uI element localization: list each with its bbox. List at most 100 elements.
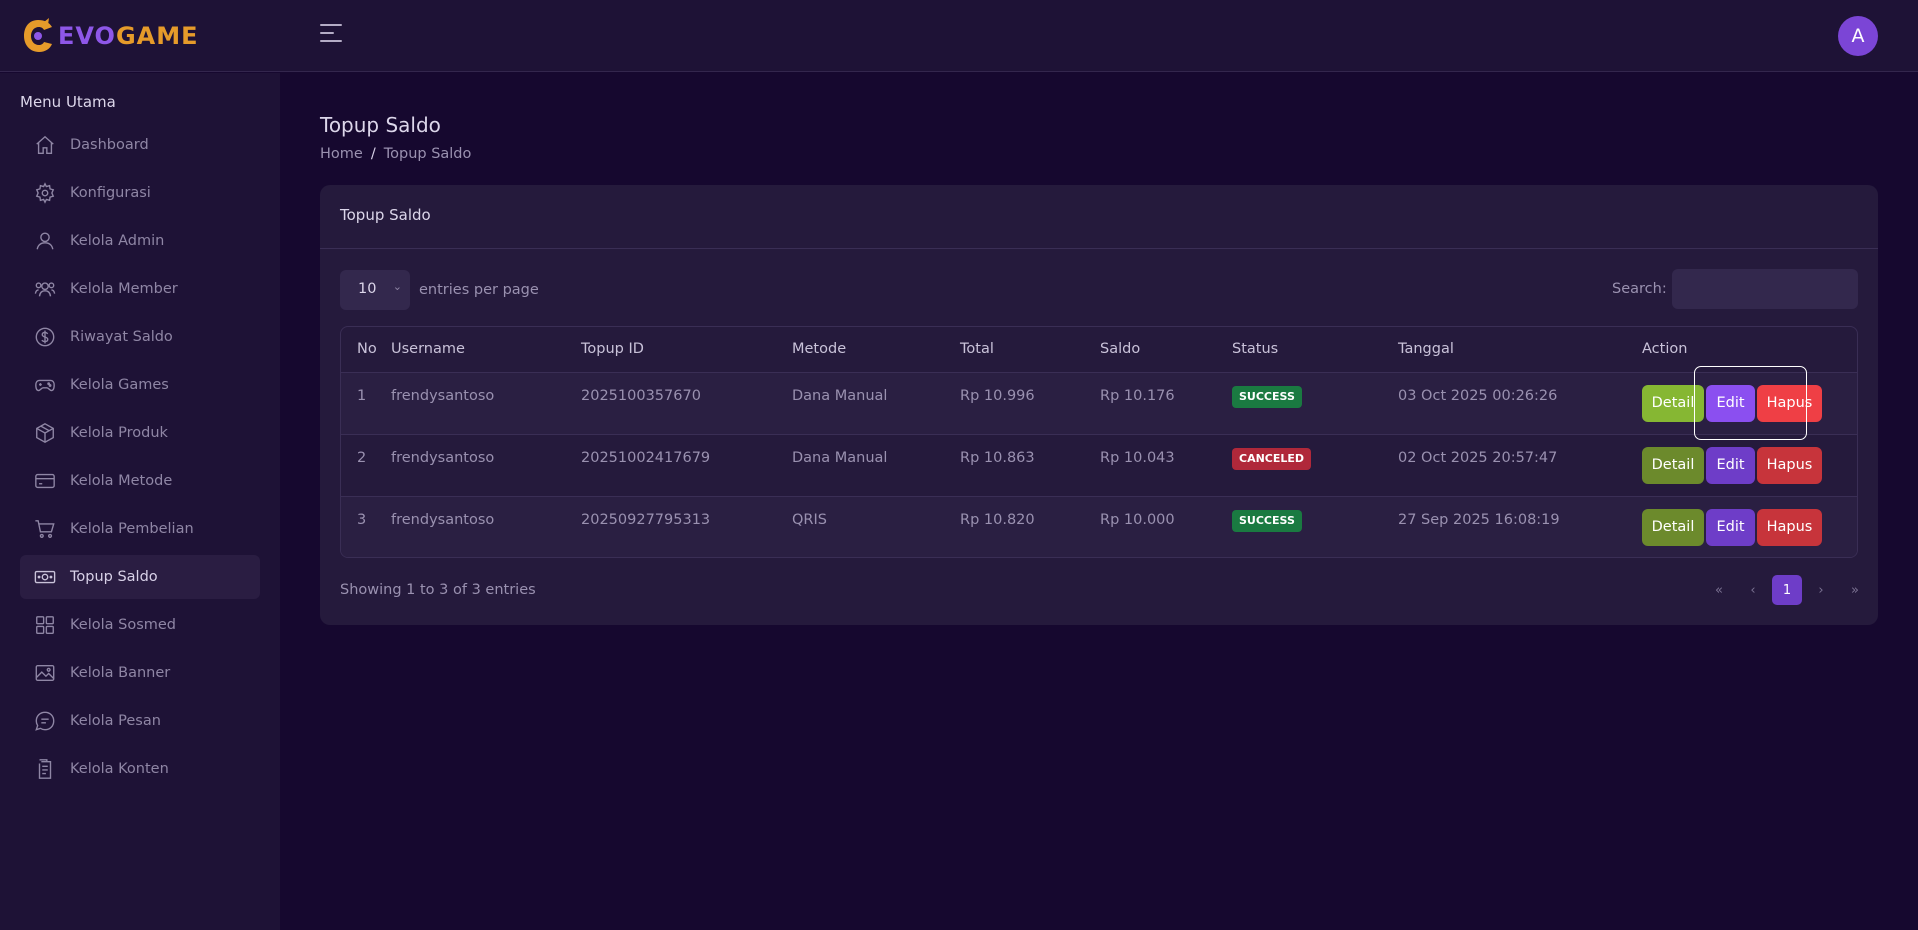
sidebar-item-label: Kelola Member (70, 281, 178, 297)
detail-button[interactable]: Detail (1642, 508, 1704, 546)
cell-username: frendysantoso (391, 371, 581, 434)
entries-per-page-select[interactable]: 10 ⌄ (340, 270, 410, 310)
sidebar-item-kelola-konten[interactable]: Kelola Konten (20, 747, 260, 791)
sidebar: Menu Utama Dashboard Konfigurasi Kelola … (0, 73, 280, 930)
breadcrumb-home[interactable]: Home (320, 146, 363, 162)
document-icon (38, 759, 52, 779)
column-header-status[interactable]: Status (1232, 327, 1398, 372)
cell-total: Rp 10.863 (960, 433, 1100, 496)
cell-username: frendysantoso (391, 433, 581, 496)
cell-tanggal: 02 Oct 2025 20:57:47 (1398, 433, 1642, 496)
status-badge: SUCCESS (1232, 385, 1302, 408)
sidebar-item-label: Konfigurasi (70, 185, 151, 201)
breadcrumb: Home / Topup Saldo (320, 146, 471, 162)
sidebar-item-topup-saldo[interactable]: Topup Saldo (20, 555, 260, 599)
gear-icon (35, 182, 55, 204)
entries-per-page-label: entries per page (419, 282, 539, 298)
column-header-username[interactable]: Username (391, 327, 581, 372)
detail-button[interactable]: Detail (1642, 384, 1704, 422)
cell-total: Rp 10.820 (960, 495, 1100, 557)
pagination: « ‹ 1 › » (1700, 575, 1870, 605)
row-actions: Detail Edit Hapus (1642, 384, 1857, 422)
row-actions: Detail Edit Hapus (1642, 508, 1857, 546)
cell-tanggal: 03 Oct 2025 00:26:26 (1398, 371, 1642, 434)
menu-toggle-icon[interactable] (320, 24, 342, 44)
credit-card-icon (35, 473, 55, 489)
cell-metode: Dana Manual (792, 371, 960, 434)
sidebar-item-kelola-pembelian[interactable]: Kelola Pembelian (20, 507, 260, 551)
edit-button[interactable]: Edit (1706, 446, 1755, 484)
sidebar-item-dashboard[interactable]: Dashboard (20, 123, 260, 167)
dollar-circle-icon (35, 327, 55, 347)
cell-saldo: Rp 10.176 (1100, 371, 1232, 434)
column-header-no[interactable]: No (341, 327, 391, 372)
image-icon (35, 664, 55, 682)
message-icon (35, 711, 55, 731)
sidebar-item-label: Dashboard (70, 137, 149, 153)
pagination-last[interactable]: » (1840, 575, 1870, 605)
banknote-icon (34, 570, 56, 584)
sidebar-item-kelola-games[interactable]: Kelola Games (20, 363, 260, 407)
edit-button[interactable]: Edit (1706, 384, 1755, 422)
cell-saldo: Rp 10.043 (1100, 433, 1232, 496)
sidebar-item-label: Kelola Sosmed (70, 617, 177, 633)
pagination-next[interactable]: › (1806, 575, 1836, 605)
cell-topup-id: 20251002417679 (581, 433, 792, 496)
detail-button[interactable]: Detail (1642, 446, 1704, 484)
gamepad-icon (35, 379, 55, 392)
cell-total: Rp 10.996 (960, 371, 1100, 434)
entries-per-page-value: 10 (358, 281, 377, 297)
entries-info: Showing 1 to 3 of 3 entries (340, 582, 536, 598)
column-header-topup-id[interactable]: Topup ID (581, 327, 792, 372)
cart-icon (35, 520, 55, 538)
sidebar-item-kelola-produk[interactable]: Kelola Produk (20, 411, 260, 455)
cell-no: 1 (341, 371, 391, 434)
sidebar-item-kelola-metode[interactable]: Kelola Metode (20, 459, 260, 503)
pagination-prev[interactable]: ‹ (1738, 575, 1768, 605)
sidebar-item-kelola-pesan[interactable]: Kelola Pesan (20, 699, 260, 743)
cell-topup-id: 20250927795313 (581, 495, 792, 557)
sidebar-item-kelola-member[interactable]: Kelola Member (20, 267, 260, 311)
sidebar-item-kelola-banner[interactable]: Kelola Banner (20, 651, 260, 695)
cell-username: frendysantoso (391, 495, 581, 557)
cell-saldo: Rp 10.000 (1100, 495, 1232, 557)
sidebar-item-label: Kelola Produk (70, 425, 168, 441)
status-badge: SUCCESS (1232, 509, 1302, 532)
box-icon (36, 423, 54, 443)
status-badge: CANCELED (1232, 447, 1312, 470)
column-header-action: Action (1642, 341, 1688, 358)
cell-tanggal: 27 Sep 2025 16:08:19 (1398, 495, 1642, 557)
delete-button[interactable]: Hapus (1757, 446, 1822, 484)
sidebar-item-konfigurasi[interactable]: Konfigurasi (20, 171, 260, 215)
sidebar-item-kelola-admin[interactable]: Kelola Admin (20, 219, 260, 263)
column-header-tanggal[interactable]: Tanggal (1398, 327, 1642, 372)
sidebar-item-label: Kelola Metode (70, 473, 173, 489)
delete-button[interactable]: Hapus (1757, 508, 1822, 546)
table-row: 2 frendysantoso 20251002417679 Dana Manu… (341, 433, 1857, 496)
chevron-down-icon: ⌄ (392, 280, 402, 293)
pagination-page[interactable]: 1 (1772, 575, 1802, 605)
sidebar-item-kelola-sosmed[interactable]: Kelola Sosmed (20, 603, 260, 647)
search-input[interactable] (1672, 269, 1858, 309)
cell-metode: Dana Manual (792, 433, 960, 496)
column-header-metode[interactable]: Metode (792, 327, 960, 372)
edit-button[interactable]: Edit (1706, 508, 1755, 546)
table-row: 1 frendysantoso 2025100357670 Dana Manua… (341, 371, 1857, 434)
sidebar-item-label: Kelola Konten (70, 761, 169, 777)
column-header-saldo[interactable]: Saldo (1100, 327, 1232, 372)
brand-logo[interactable]: EVOGAME (22, 18, 199, 54)
cell-topup-id: 2025100357670 (581, 371, 792, 434)
user-icon (36, 232, 54, 250)
row-actions: Detail Edit Hapus (1642, 446, 1857, 484)
brand-name-part1: EVO (58, 22, 116, 50)
sidebar-item-label: Kelola Banner (70, 665, 171, 681)
pagination-first[interactable]: « (1704, 575, 1734, 605)
user-avatar[interactable]: A (1838, 16, 1878, 56)
topup-card: Topup Saldo 10 ⌄ entries per page Search… (320, 185, 1878, 625)
column-header-total[interactable]: Total (960, 327, 1100, 372)
brand-mark-icon (24, 18, 52, 52)
delete-button[interactable]: Hapus (1757, 384, 1822, 422)
sidebar-item-label: Kelola Pembelian (70, 521, 194, 537)
topup-table: No Username Topup ID Metode Total Saldo … (340, 326, 1858, 558)
sidebar-item-riwayat-saldo[interactable]: Riwayat Saldo (20, 315, 260, 359)
